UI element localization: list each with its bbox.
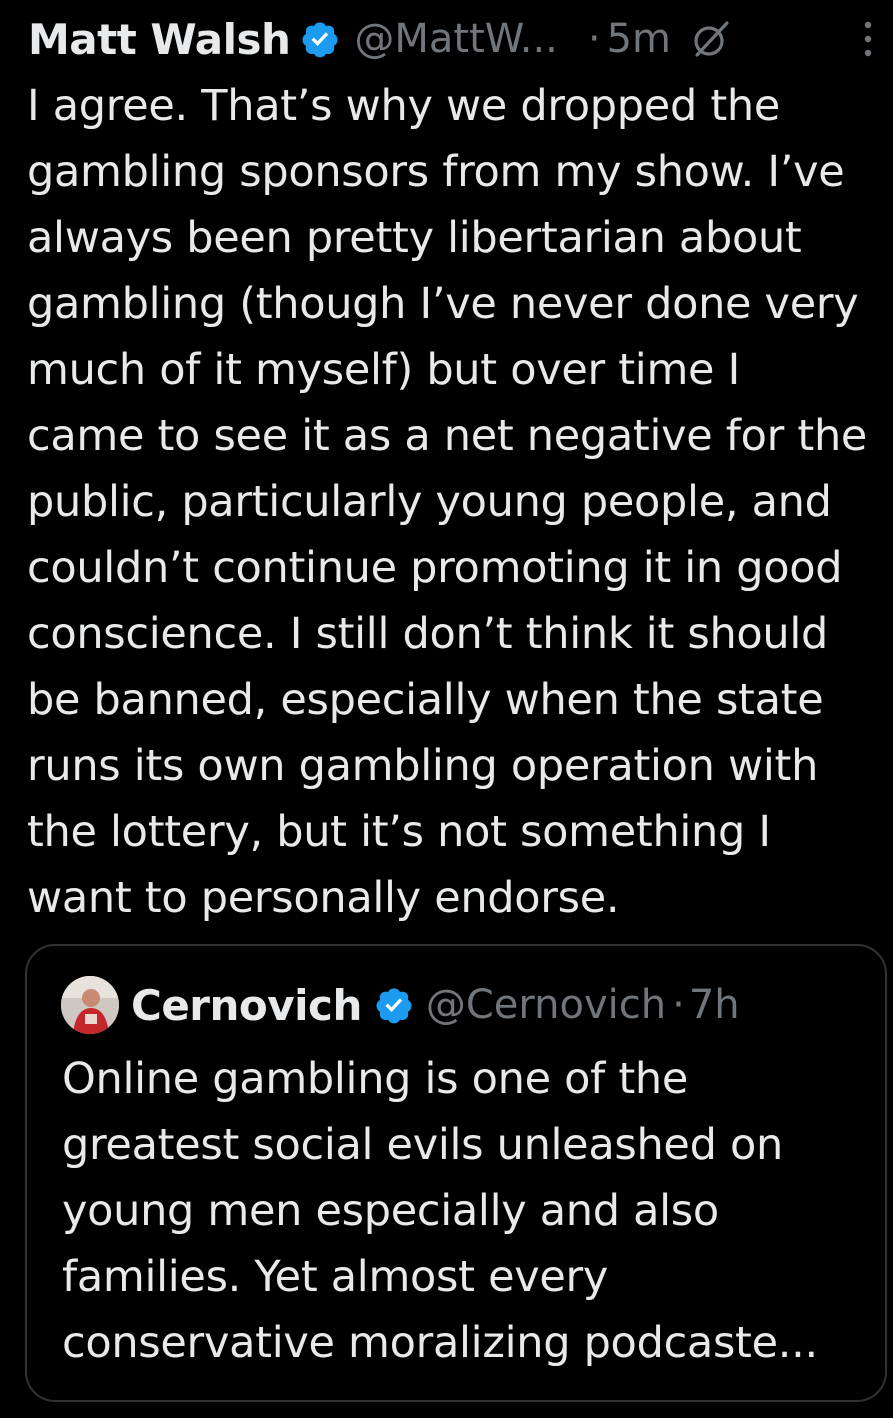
quoted-author-handle[interactable]: @Cernovich xyxy=(426,982,666,1028)
quoted-text-line: young men especially and also xyxy=(62,1186,719,1236)
post-text-line: be banned, especially when the state xyxy=(27,675,824,725)
post-text-line: couldn’t continue promoting it in good xyxy=(27,543,843,593)
author-handle[interactable]: @MattW... xyxy=(354,16,558,62)
separator-dot: · xyxy=(587,16,601,62)
post-text-line: always been pretty libertarian about xyxy=(27,213,802,263)
post-header: Matt Walsh @MattW... · 5m xyxy=(28,8,888,70)
post-timestamp[interactable]: 5m xyxy=(607,16,671,62)
post-text: I agree. That’s why we dropped the gambl… xyxy=(27,73,887,931)
separator-dot: · xyxy=(672,982,685,1028)
post-text-line: came to see it as a net negative for the xyxy=(27,411,868,461)
quoted-post[interactable]: Cernovich @Cernovich · 7h Online gamblin… xyxy=(25,944,887,1402)
grok-icon[interactable] xyxy=(689,17,733,61)
post-text-line: much of it myself) but over time I xyxy=(27,345,740,395)
avatar[interactable] xyxy=(61,976,119,1034)
quoted-text-line: greatest social evils unleashed on xyxy=(62,1120,783,1170)
quoted-text-line: conservative moralizing podcaste... xyxy=(62,1318,818,1368)
quoted-author-name[interactable]: Cernovich xyxy=(131,981,362,1030)
verified-badge-icon xyxy=(300,19,340,59)
author-name[interactable]: Matt Walsh xyxy=(28,15,291,64)
quoted-post-text: Online gambling is one of the greatest s… xyxy=(62,1046,872,1376)
post-text-line: public, particularly young people, and xyxy=(27,477,832,527)
post-text-line: conscience. I still don’t think it shoul… xyxy=(27,609,829,659)
quoted-text-line: families. Yet almost every xyxy=(62,1252,609,1302)
post-text-line: I agree. That’s why we dropped the xyxy=(27,81,780,131)
post-text-line: runs its own gambling operation with xyxy=(27,741,819,791)
post-text-line: gambling sponsors from my show. I’ve xyxy=(27,147,845,197)
post[interactable]: Matt Walsh @MattW... · 5m I agree. That’… xyxy=(0,0,893,1418)
more-options-icon[interactable] xyxy=(858,14,878,64)
quoted-post-header: Cernovich @Cernovich · 7h xyxy=(61,974,740,1036)
post-text-line: gambling (though I’ve never done very xyxy=(27,279,859,329)
quoted-text-line: Online gambling is one of the xyxy=(62,1054,688,1104)
quoted-post-timestamp[interactable]: 7h xyxy=(689,982,740,1028)
verified-badge-icon xyxy=(374,985,414,1025)
post-text-line: want to personally endorse. xyxy=(27,873,620,923)
post-text-line: the lottery, but it’s not something I xyxy=(27,807,771,857)
